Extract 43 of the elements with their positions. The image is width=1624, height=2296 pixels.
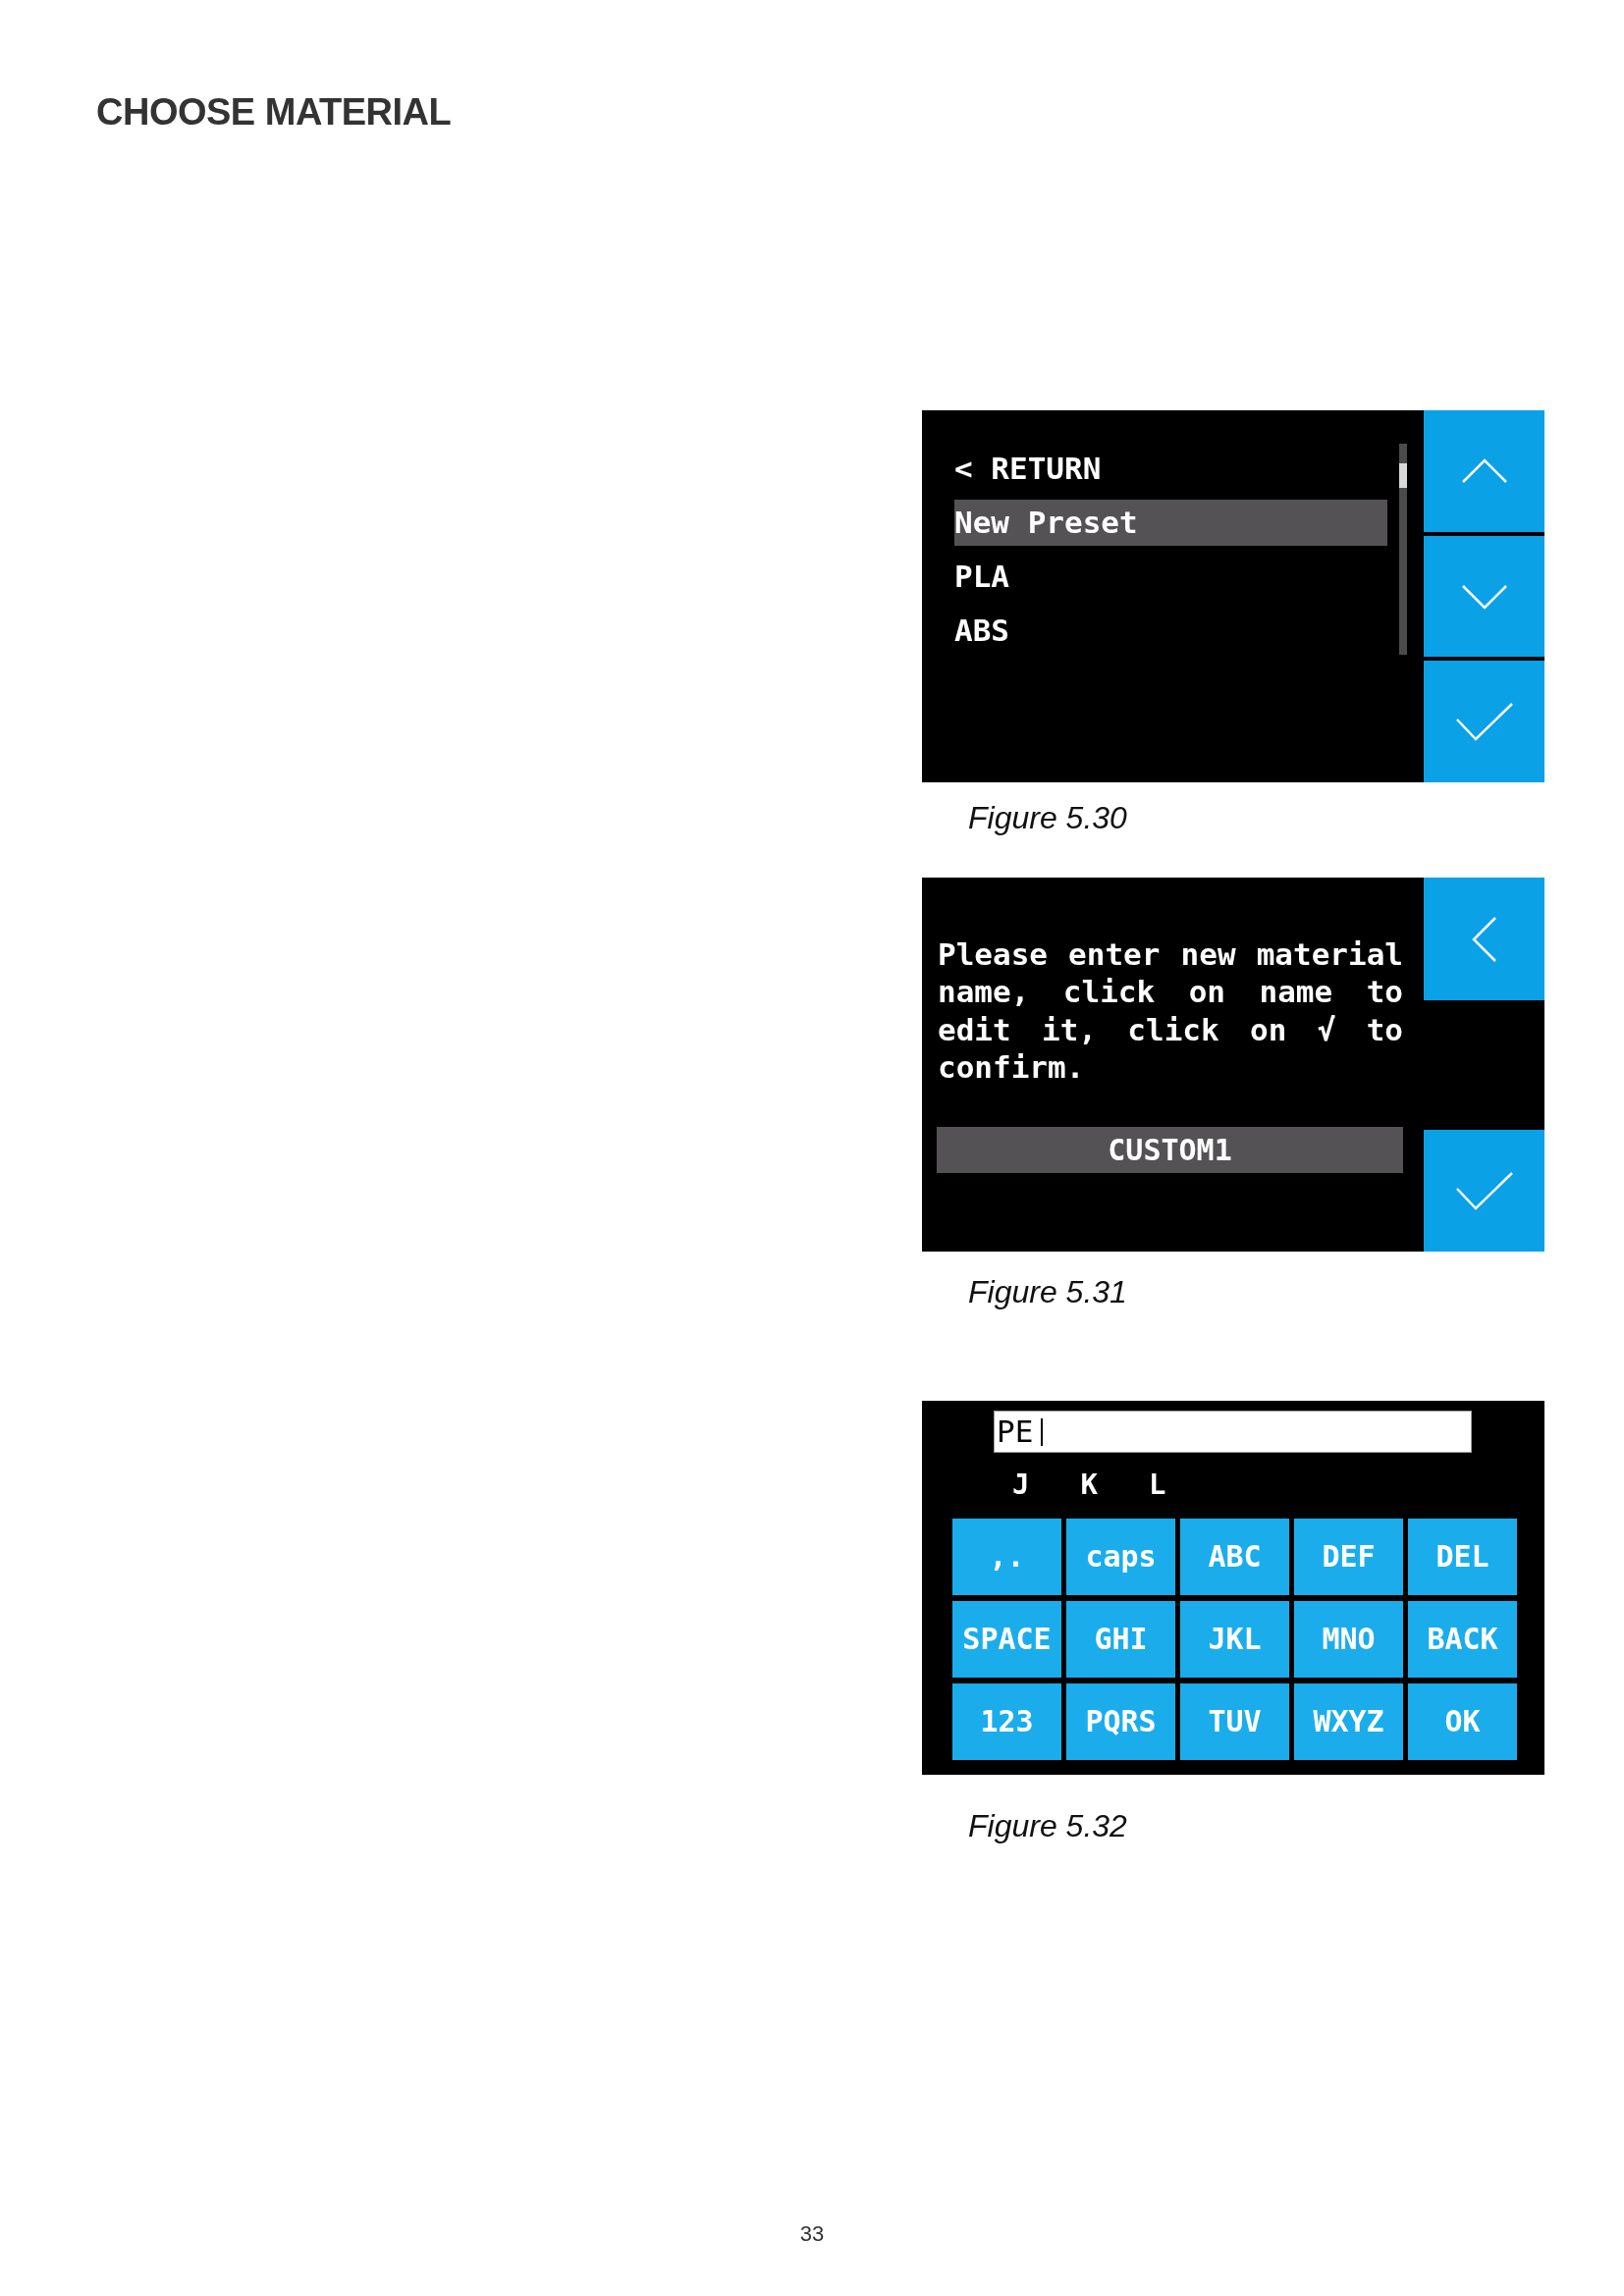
keyboard-key[interactable]: WXYZ [1294, 1683, 1403, 1760]
letter-option[interactable]: L [1148, 1469, 1166, 1499]
scroll-up-button[interactable] [1424, 410, 1544, 532]
back-chevron-icon [1471, 915, 1497, 963]
keyboard-key[interactable]: JKL [1180, 1601, 1289, 1678]
keyboard-key[interactable]: SPACE [952, 1601, 1061, 1678]
scrollbar[interactable] [1399, 444, 1407, 655]
material-list-item[interactable]: New Preset [954, 500, 1387, 546]
material-name-field[interactable]: CUSTOM1 [937, 1127, 1403, 1174]
letter-option[interactable]: J [1012, 1469, 1030, 1499]
text-cursor-icon [1041, 1417, 1044, 1446]
keyboard-key[interactable]: 123 [952, 1683, 1061, 1760]
confirm-button[interactable] [1424, 1130, 1544, 1252]
text-input-field[interactable]: PE [994, 1411, 1472, 1453]
back-button[interactable] [1424, 878, 1544, 1000]
figure-caption: Figure 5.30 [968, 802, 1127, 833]
checkmark-icon [1454, 702, 1514, 742]
letter-option[interactable]: K [1080, 1469, 1098, 1499]
material-list-item[interactable]: PLA [954, 554, 1387, 600]
keyboard-key[interactable]: BACK [1408, 1601, 1517, 1678]
figure-caption: Figure 5.32 [968, 1810, 1127, 1842]
keyboard-key[interactable]: DEF [1294, 1519, 1403, 1595]
keyboard-key[interactable]: MNO [1294, 1601, 1403, 1678]
keyboard-key[interactable]: GHI [1066, 1601, 1175, 1678]
page-title: CHOOSE MATERIAL [96, 93, 452, 131]
instruction-text: Please enter new material name, click on name to edit it, click on √ to confirm. [938, 935, 1403, 1087]
keyboard-key[interactable]: caps [1066, 1519, 1175, 1595]
keyboard-key[interactable]: PQRS [1066, 1683, 1175, 1760]
chevron-down-icon [1460, 583, 1508, 610]
page-number: 33 [799, 2223, 825, 2245]
confirm-button[interactable] [1424, 661, 1544, 782]
figure-caption: Figure 5.31 [968, 1276, 1127, 1308]
keyboard-key[interactable]: ABC [1180, 1519, 1289, 1595]
checkmark-icon [1454, 1171, 1514, 1210]
chevron-up-icon [1460, 457, 1508, 484]
keyboard-key[interactable]: TUV [1180, 1683, 1289, 1760]
keyboard-key[interactable]: ,. [952, 1519, 1061, 1595]
keyboard-key[interactable]: DEL [1408, 1519, 1517, 1595]
material-list-item[interactable]: < RETURN [954, 446, 1387, 492]
scroll-down-button[interactable] [1424, 535, 1544, 658]
scrollbar-thumb[interactable] [1399, 463, 1407, 488]
material-list-item[interactable]: ABS [954, 608, 1387, 654]
keyboard-key[interactable]: OK [1408, 1683, 1517, 1760]
